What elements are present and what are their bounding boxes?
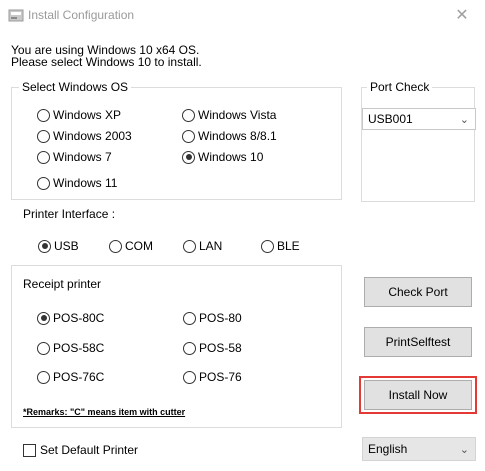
chevron-down-icon: ⌄: [459, 443, 469, 456]
radio-label: Windows 7: [53, 150, 112, 164]
radio-label: Windows 10: [198, 150, 264, 164]
radio-label: POS-80: [199, 311, 242, 325]
os-info-line-2: Please select Windows 10 to install.: [11, 55, 202, 69]
title-bar: Install Configuration ✕: [0, 0, 485, 30]
radio-pos-80c[interactable]: POS-80C: [37, 310, 104, 326]
windows-os-group-label: Select Windows OS: [19, 80, 132, 94]
radio-label: Windows 2003: [53, 129, 132, 143]
radio-windows-11[interactable]: Windows 11: [37, 175, 117, 191]
radio-circle: [37, 150, 50, 164]
radio-label: BLE: [277, 239, 300, 253]
radio-windows-xp[interactable]: Windows XP: [37, 107, 121, 123]
radio-circle: [182, 108, 195, 122]
radio-label: Windows 8/8.1: [198, 129, 277, 143]
radio-circle: [37, 370, 50, 384]
radio-circle-selected: [182, 150, 195, 164]
radio-circle: [109, 239, 122, 253]
radio-pos-76c[interactable]: POS-76C: [37, 369, 104, 385]
radio-windows-2003[interactable]: Windows 2003: [37, 128, 132, 144]
radio-circle: [261, 239, 274, 253]
radio-windows-vista[interactable]: Windows Vista: [182, 107, 276, 123]
cutter-remark: *Remarks: "C" means item with cutter: [23, 407, 186, 417]
radio-circle: [183, 341, 196, 355]
port-check-label: Port Check: [367, 80, 433, 94]
radio-lan[interactable]: LAN: [183, 238, 222, 254]
radio-label: COM: [125, 239, 153, 253]
radio-pos-80[interactable]: POS-80: [183, 310, 242, 326]
radio-circle: [183, 370, 196, 384]
chevron-down-icon: ⌄: [459, 113, 469, 126]
port-select-value: USB001: [368, 112, 413, 126]
window-title: Install Configuration: [28, 8, 135, 22]
radio-label: LAN: [199, 239, 223, 253]
radio-circle: [37, 176, 50, 190]
radio-label: POS-58: [199, 341, 242, 355]
radio-circle: [37, 341, 50, 355]
radio-label: Windows Vista: [198, 108, 277, 122]
radio-windows-7[interactable]: Windows 7: [37, 149, 112, 165]
radio-pos-58c[interactable]: POS-58C: [37, 340, 104, 356]
radio-com[interactable]: COM: [109, 238, 153, 254]
radio-usb[interactable]: USB: [38, 238, 79, 254]
radio-windows-8[interactable]: Windows 8/8.1: [182, 128, 277, 144]
radio-label: POS-76: [199, 370, 242, 384]
radio-label: POS-58C: [53, 341, 105, 355]
app-icon: [8, 9, 24, 22]
radio-circle: [182, 129, 195, 143]
radio-label: Windows XP: [53, 108, 122, 122]
close-icon[interactable]: ✕: [439, 0, 485, 30]
check-port-button[interactable]: Check Port: [364, 277, 472, 307]
language-select-value: English: [368, 442, 408, 456]
radio-label: POS-76C: [53, 370, 105, 384]
port-select[interactable]: USB001 ⌄: [362, 108, 476, 130]
checkbox-box: [23, 443, 36, 457]
radio-label: POS-80C: [53, 311, 105, 325]
radio-circle: [37, 108, 50, 122]
radio-circle: [37, 129, 50, 143]
install-now-button[interactable]: Install Now: [364, 380, 472, 410]
port-check-group: [361, 87, 475, 202]
language-select[interactable]: English ⌄: [362, 437, 476, 461]
radio-pos-58[interactable]: POS-58: [183, 340, 242, 356]
radio-pos-76[interactable]: POS-76: [183, 369, 242, 385]
radio-windows-10[interactable]: Windows 10: [182, 149, 263, 165]
radio-circle-selected: [37, 311, 50, 325]
radio-circle: [183, 311, 196, 325]
receipt-printer-label: Receipt printer: [23, 277, 102, 291]
radio-label: Windows 11: [53, 176, 118, 190]
print-selftest-button[interactable]: PrintSelftest: [364, 327, 472, 357]
radio-circle: [183, 239, 196, 253]
radio-label: USB: [54, 239, 79, 253]
set-default-printer-checkbox[interactable]: Set Default Printer: [23, 443, 138, 457]
os-info-text: You are using Windows 10 x64 OS. Please …: [11, 44, 202, 68]
printer-interface-label: Printer Interface :: [23, 207, 116, 221]
radio-circle-selected: [38, 239, 51, 253]
checkbox-label: Set Default Printer: [40, 443, 139, 457]
radio-ble[interactable]: BLE: [261, 238, 300, 254]
